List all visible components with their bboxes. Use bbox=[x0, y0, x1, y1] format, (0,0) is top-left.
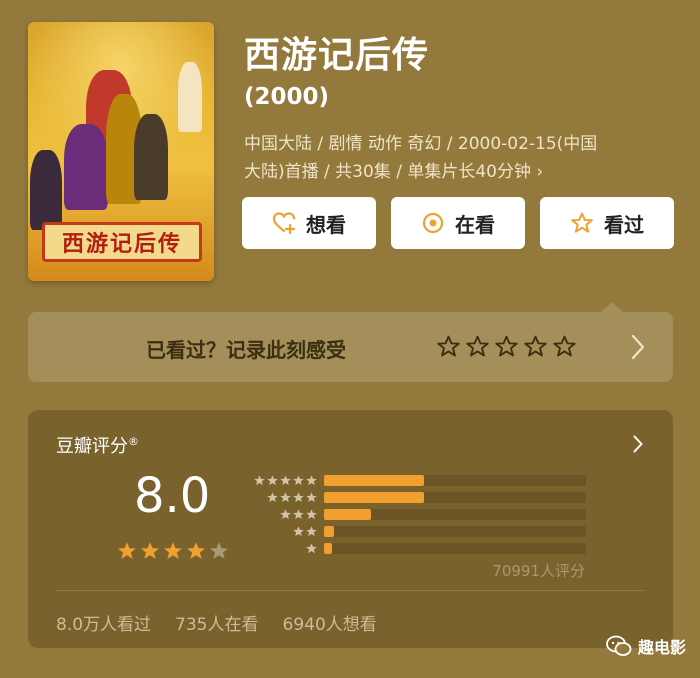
rating-title-text: 豆瓣评分 bbox=[56, 436, 128, 457]
star-filled-icon bbox=[141, 542, 159, 559]
want-to-watch-button[interactable]: 想看 bbox=[242, 197, 376, 249]
dist-star-icon bbox=[280, 475, 291, 486]
dist-bar-fill bbox=[324, 492, 424, 503]
poster-figure-right bbox=[134, 114, 168, 200]
meta-line-1: 中国大陆 / 剧情 动作 奇幻 / 2000-02-15(中国 bbox=[244, 134, 598, 154]
heart-plus-icon bbox=[272, 212, 296, 235]
rate-star-icon[interactable] bbox=[436, 334, 461, 359]
dist-star-icon bbox=[267, 475, 278, 486]
star-empty-icon bbox=[210, 542, 228, 559]
dist-bar-track bbox=[324, 509, 586, 520]
rate-star-icon[interactable] bbox=[523, 334, 548, 359]
meta-line-2: 大陆)首播 / 共30集 / 单集片长40分钟 › bbox=[244, 162, 544, 182]
record-feeling-bar[interactable]: 已看过？记录此刻感受 bbox=[28, 302, 673, 382]
watching-button[interactable]: 在看 bbox=[391, 197, 525, 249]
dist-star-icon bbox=[306, 492, 317, 503]
poster-figure-bottom-left bbox=[30, 150, 62, 230]
viewer-stats: 8.0万人看过 735人在看 6940人想看 bbox=[56, 610, 377, 635]
dist-bar-track bbox=[324, 526, 586, 537]
registered-mark: ® bbox=[128, 435, 139, 448]
dist-star-icon bbox=[293, 475, 304, 486]
dist-stars-2 bbox=[292, 525, 318, 538]
rating-count: 70991人评分 bbox=[492, 562, 585, 580]
score-stars bbox=[116, 540, 230, 562]
rate-star-icon[interactable] bbox=[552, 334, 577, 359]
watermark-text: 趣电影 bbox=[637, 638, 686, 657]
watching-count: 735人在看 bbox=[175, 615, 259, 635]
dist-star-icon bbox=[306, 543, 317, 554]
dist-star-icon bbox=[293, 509, 304, 520]
chevron-right-icon[interactable] bbox=[633, 435, 643, 453]
dist-star-icon bbox=[306, 526, 317, 537]
record-stars[interactable] bbox=[436, 334, 577, 359]
watched-label: 看过 bbox=[604, 212, 644, 237]
rating-score: 8.0 bbox=[134, 468, 211, 524]
movie-meta[interactable]: 中国大陆 / 剧情 动作 奇幻 / 2000-02-15(中国 大陆)首播 / … bbox=[244, 130, 674, 186]
movie-title: 西游记后传 bbox=[244, 35, 430, 76]
poster-figure-girl bbox=[178, 62, 202, 132]
dist-star-icon bbox=[306, 475, 317, 486]
rate-star-icon[interactable] bbox=[494, 334, 519, 359]
rating-title: 豆瓣评分® bbox=[56, 432, 139, 458]
target-icon bbox=[422, 212, 444, 234]
dist-star-icon bbox=[267, 492, 278, 503]
dist-star-icon bbox=[306, 509, 317, 520]
dist-bar-fill bbox=[324, 543, 332, 554]
dist-bar-fill bbox=[324, 475, 424, 486]
star-filled-icon bbox=[164, 542, 182, 559]
watched-count: 8.0万人看过 bbox=[56, 615, 152, 635]
dist-bar-fill bbox=[324, 526, 335, 537]
dist-stars-4 bbox=[266, 491, 318, 504]
dist-stars-1 bbox=[305, 542, 318, 555]
chevron-right-icon[interactable] bbox=[631, 334, 645, 360]
dist-star-icon bbox=[254, 475, 265, 486]
star-filled-icon bbox=[118, 542, 136, 559]
record-label: 已看过？记录此刻感受 bbox=[146, 338, 346, 362]
dist-bar-track bbox=[324, 543, 586, 554]
watermark: 趣电影 bbox=[606, 634, 686, 658]
poster-image[interactable]: 西游记后传 bbox=[28, 22, 214, 281]
rate-star-icon[interactable] bbox=[465, 334, 490, 359]
dist-stars-5 bbox=[253, 474, 318, 487]
poster-figure-left bbox=[64, 124, 108, 210]
wechat-icon bbox=[606, 635, 632, 656]
divider bbox=[56, 590, 645, 591]
douban-rating-card[interactable]: 豆瓣评分® 8.0 70991人评分 8.0万人看过 735人在看 6940人想… bbox=[28, 410, 673, 648]
dist-bar-fill bbox=[324, 509, 372, 520]
movie-year: (2000) bbox=[244, 84, 330, 110]
dist-star-icon bbox=[280, 492, 291, 503]
dist-star-icon bbox=[293, 526, 304, 537]
poster-title-banner: 西游记后传 bbox=[42, 222, 202, 262]
dist-bar-track bbox=[324, 475, 586, 486]
star-outline-icon bbox=[571, 212, 593, 233]
want-label: 想看 bbox=[306, 212, 346, 237]
dist-star-icon bbox=[293, 492, 304, 503]
dist-stars-3 bbox=[279, 508, 318, 521]
dist-bar-track bbox=[324, 492, 586, 503]
star-filled-icon bbox=[187, 542, 205, 559]
record-notch bbox=[601, 302, 623, 312]
dist-star-icon bbox=[280, 509, 291, 520]
want-count: 6940人想看 bbox=[282, 615, 377, 635]
watched-button[interactable]: 看过 bbox=[540, 197, 674, 249]
watching-label: 在看 bbox=[455, 212, 495, 237]
